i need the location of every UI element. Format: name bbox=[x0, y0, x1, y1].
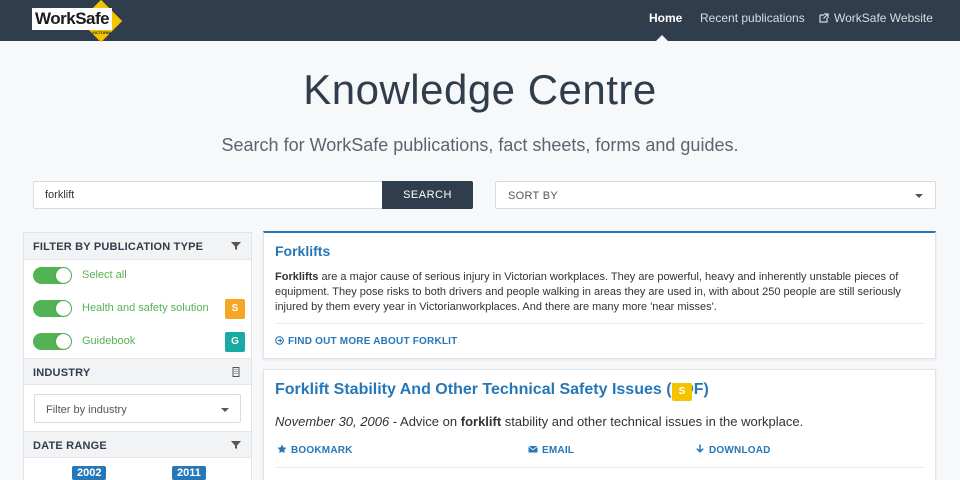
result-title[interactable]: Forklifts bbox=[275, 243, 330, 259]
result-body-text: are a major cause of serious injury in V… bbox=[275, 271, 901, 313]
filter-health-and-safety-solution: Health and safety solution S bbox=[33, 299, 245, 319]
result-date: November 30, 2006 bbox=[275, 414, 390, 429]
worksafe-logo[interactable]: WorkSafe VICTORIA bbox=[30, 0, 124, 43]
result-desc-keyword: forklift bbox=[460, 414, 502, 429]
bookmark-button[interactable]: BOOKMARK bbox=[277, 444, 353, 456]
result-description: November 30, 2006 - Advice on forklift s… bbox=[275, 414, 803, 429]
toggle-knob bbox=[56, 301, 71, 316]
logo-subtitle: VICTORIA bbox=[92, 30, 112, 35]
industry-placeholder: Filter by industry bbox=[46, 404, 127, 416]
industry-header: INDUSTRY bbox=[24, 358, 251, 385]
filter-select-all: Select all bbox=[33, 266, 245, 286]
type-badge-g: G bbox=[225, 332, 245, 352]
filter-icon bbox=[231, 242, 241, 250]
industry-select[interactable]: Filter by industry bbox=[34, 394, 241, 423]
guidebook-toggle[interactable] bbox=[33, 333, 72, 350]
logo-wordmark: WorkSafe bbox=[35, 9, 110, 28]
divider bbox=[275, 467, 925, 468]
sort-by-label: SORT BY bbox=[508, 190, 558, 202]
email-button[interactable]: EMAIL bbox=[528, 444, 574, 456]
filter-icon bbox=[231, 441, 241, 449]
date-range-to[interactable]: 2011 bbox=[172, 466, 206, 480]
result-body-keyword: Forklifts bbox=[275, 271, 319, 283]
select-all-toggle[interactable] bbox=[33, 267, 72, 284]
find-out-more-label: FIND OUT MORE ABOUT FORKLIT bbox=[288, 336, 458, 347]
publication-type-header: FILTER BY PUBLICATION TYPE bbox=[24, 233, 251, 260]
external-link-icon bbox=[819, 13, 829, 23]
result-card: Forklift Stability And Other Technical S… bbox=[263, 369, 936, 480]
nav-worksafe-website-label: WorkSafe Website bbox=[834, 11, 933, 25]
building-icon bbox=[232, 367, 240, 377]
nav-recent-publications[interactable]: Recent publications bbox=[700, 11, 805, 25]
arrow-circle-right-icon bbox=[275, 336, 284, 345]
divider bbox=[275, 323, 925, 324]
guidebook-label: Guidebook bbox=[82, 335, 136, 347]
find-out-more-link[interactable]: FIND OUT MORE ABOUT FORKLIT bbox=[275, 336, 457, 347]
health-safety-label: Health and safety solution bbox=[82, 302, 209, 314]
top-navbar: WorkSafe VICTORIA Home Recent publicatio… bbox=[0, 0, 960, 43]
date-range-heading: DATE RANGE bbox=[33, 440, 107, 452]
download-arrow-icon bbox=[696, 444, 704, 453]
nav-home[interactable]: Home bbox=[649, 11, 682, 25]
page-subtitle: Search for WorkSafe publications, fact s… bbox=[221, 135, 739, 155]
filter-guidebook: Guidebook G bbox=[33, 332, 245, 352]
result-body: Forklifts are a major cause of serious i… bbox=[275, 270, 925, 315]
result-desc-pre: - Advice on bbox=[389, 414, 461, 429]
result-desc-post: stability and other technical issues in … bbox=[501, 414, 804, 429]
toggle-knob bbox=[56, 268, 71, 283]
result-title[interactable]: Forklift Stability And Other Technical S… bbox=[275, 381, 709, 399]
download-button[interactable]: DOWNLOAD bbox=[695, 444, 771, 456]
publication-type-heading: FILTER BY PUBLICATION TYPE bbox=[33, 241, 204, 253]
industry-heading: INDUSTRY bbox=[33, 367, 91, 379]
page-title: Knowledge Centre bbox=[303, 66, 657, 113]
search-input[interactable] bbox=[33, 181, 383, 209]
search-button[interactable]: SEARCH bbox=[382, 181, 473, 209]
result-card: Forklifts Forklifts are a major cause of… bbox=[263, 231, 936, 359]
bookmark-label: BOOKMARK bbox=[291, 445, 353, 456]
envelope-icon bbox=[528, 445, 538, 453]
select-all-label: Select all bbox=[82, 269, 127, 281]
date-range-from[interactable]: 2002 bbox=[72, 466, 107, 480]
sort-by-select[interactable]: SORT BY bbox=[495, 181, 936, 209]
toggle-knob bbox=[56, 334, 71, 349]
active-nav-caret bbox=[656, 35, 668, 41]
date-range-header: DATE RANGE bbox=[24, 431, 251, 458]
download-label: DOWNLOAD bbox=[709, 445, 771, 456]
health-safety-toggle[interactable] bbox=[33, 300, 72, 317]
email-label: EMAIL bbox=[542, 445, 575, 456]
chevron-down-icon bbox=[915, 194, 923, 198]
type-badge-s: S bbox=[672, 383, 692, 401]
nav-worksafe-website[interactable]: WorkSafe Website bbox=[819, 11, 933, 25]
type-badge-s: S bbox=[225, 299, 245, 319]
chevron-down-icon bbox=[221, 408, 229, 412]
filter-sidebar: FILTER BY PUBLICATION TYPE Select all He… bbox=[23, 232, 252, 480]
star-icon bbox=[277, 444, 287, 454]
